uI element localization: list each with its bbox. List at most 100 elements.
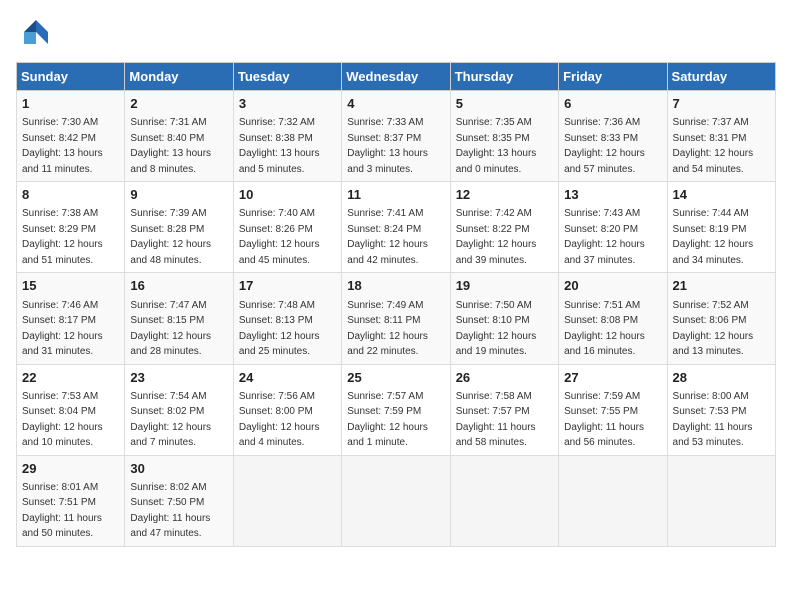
calendar-week-3: 15 Sunrise: 7:46 AMSunset: 8:17 PMDaylig… bbox=[17, 273, 776, 364]
calendar-cell: 14 Sunrise: 7:44 AMSunset: 8:19 PMDaylig… bbox=[667, 182, 775, 273]
calendar-cell: 13 Sunrise: 7:43 AMSunset: 8:20 PMDaylig… bbox=[559, 182, 667, 273]
day-info: Sunrise: 7:49 AMSunset: 8:11 PMDaylight:… bbox=[347, 300, 428, 358]
day-number: 30 bbox=[130, 460, 227, 478]
day-number: 2 bbox=[130, 95, 227, 113]
calendar-week-4: 22 Sunrise: 7:53 AMSunset: 8:04 PMDaylig… bbox=[17, 364, 776, 455]
day-number: 26 bbox=[456, 369, 553, 387]
calendar-cell: 24 Sunrise: 7:56 AMSunset: 8:00 PMDaylig… bbox=[233, 364, 341, 455]
calendar-week-1: 1 Sunrise: 7:30 AMSunset: 8:42 PMDayligh… bbox=[17, 91, 776, 182]
day-info: Sunrise: 7:43 AMSunset: 8:20 PMDaylight:… bbox=[564, 208, 645, 266]
calendar-cell: 3 Sunrise: 7:32 AMSunset: 8:38 PMDayligh… bbox=[233, 91, 341, 182]
calendar-cell: 1 Sunrise: 7:30 AMSunset: 8:42 PMDayligh… bbox=[17, 91, 125, 182]
day-info: Sunrise: 7:36 AMSunset: 8:33 PMDaylight:… bbox=[564, 117, 645, 175]
calendar-cell bbox=[667, 455, 775, 546]
page-header bbox=[16, 16, 776, 52]
calendar-cell: 4 Sunrise: 7:33 AMSunset: 8:37 PMDayligh… bbox=[342, 91, 450, 182]
calendar-cell: 11 Sunrise: 7:41 AMSunset: 8:24 PMDaylig… bbox=[342, 182, 450, 273]
calendar-cell bbox=[342, 455, 450, 546]
calendar-cell: 8 Sunrise: 7:38 AMSunset: 8:29 PMDayligh… bbox=[17, 182, 125, 273]
day-info: Sunrise: 7:35 AMSunset: 8:35 PMDaylight:… bbox=[456, 117, 537, 175]
calendar-cell: 5 Sunrise: 7:35 AMSunset: 8:35 PMDayligh… bbox=[450, 91, 558, 182]
day-number: 18 bbox=[347, 277, 444, 295]
day-number: 3 bbox=[239, 95, 336, 113]
day-number: 25 bbox=[347, 369, 444, 387]
col-header-wednesday: Wednesday bbox=[342, 63, 450, 91]
day-number: 24 bbox=[239, 369, 336, 387]
day-number: 15 bbox=[22, 277, 119, 295]
calendar-week-5: 29 Sunrise: 8:01 AMSunset: 7:51 PMDaylig… bbox=[17, 455, 776, 546]
calendar-cell: 27 Sunrise: 7:59 AMSunset: 7:55 PMDaylig… bbox=[559, 364, 667, 455]
calendar-cell: 10 Sunrise: 7:40 AMSunset: 8:26 PMDaylig… bbox=[233, 182, 341, 273]
day-info: Sunrise: 7:57 AMSunset: 7:59 PMDaylight:… bbox=[347, 391, 428, 449]
calendar-cell: 15 Sunrise: 7:46 AMSunset: 8:17 PMDaylig… bbox=[17, 273, 125, 364]
calendar-cell: 18 Sunrise: 7:49 AMSunset: 8:11 PMDaylig… bbox=[342, 273, 450, 364]
day-info: Sunrise: 7:39 AMSunset: 8:28 PMDaylight:… bbox=[130, 208, 211, 266]
col-header-tuesday: Tuesday bbox=[233, 63, 341, 91]
logo bbox=[16, 16, 56, 52]
calendar-cell: 17 Sunrise: 7:48 AMSunset: 8:13 PMDaylig… bbox=[233, 273, 341, 364]
calendar-cell: 6 Sunrise: 7:36 AMSunset: 8:33 PMDayligh… bbox=[559, 91, 667, 182]
day-number: 8 bbox=[22, 186, 119, 204]
day-info: Sunrise: 7:58 AMSunset: 7:57 PMDaylight:… bbox=[456, 391, 536, 449]
calendar-cell bbox=[559, 455, 667, 546]
day-number: 12 bbox=[456, 186, 553, 204]
day-number: 7 bbox=[673, 95, 770, 113]
day-info: Sunrise: 7:46 AMSunset: 8:17 PMDaylight:… bbox=[22, 300, 103, 358]
day-number: 22 bbox=[22, 369, 119, 387]
day-number: 21 bbox=[673, 277, 770, 295]
day-info: Sunrise: 7:53 AMSunset: 8:04 PMDaylight:… bbox=[22, 391, 103, 449]
day-number: 14 bbox=[673, 186, 770, 204]
day-info: Sunrise: 7:50 AMSunset: 8:10 PMDaylight:… bbox=[456, 300, 537, 358]
calendar-cell: 9 Sunrise: 7:39 AMSunset: 8:28 PMDayligh… bbox=[125, 182, 233, 273]
calendar-table: SundayMondayTuesdayWednesdayThursdayFrid… bbox=[16, 62, 776, 547]
calendar-cell: 25 Sunrise: 7:57 AMSunset: 7:59 PMDaylig… bbox=[342, 364, 450, 455]
day-info: Sunrise: 7:54 AMSunset: 8:02 PMDaylight:… bbox=[130, 391, 211, 449]
day-number: 1 bbox=[22, 95, 119, 113]
logo-icon bbox=[16, 16, 52, 52]
day-number: 11 bbox=[347, 186, 444, 204]
day-info: Sunrise: 8:02 AMSunset: 7:50 PMDaylight:… bbox=[130, 482, 210, 540]
day-number: 28 bbox=[673, 369, 770, 387]
day-number: 29 bbox=[22, 460, 119, 478]
day-number: 9 bbox=[130, 186, 227, 204]
calendar-cell: 23 Sunrise: 7:54 AMSunset: 8:02 PMDaylig… bbox=[125, 364, 233, 455]
day-info: Sunrise: 7:33 AMSunset: 8:37 PMDaylight:… bbox=[347, 117, 428, 175]
calendar-cell bbox=[450, 455, 558, 546]
calendar-cell: 30 Sunrise: 8:02 AMSunset: 7:50 PMDaylig… bbox=[125, 455, 233, 546]
day-number: 10 bbox=[239, 186, 336, 204]
day-info: Sunrise: 7:52 AMSunset: 8:06 PMDaylight:… bbox=[673, 300, 754, 358]
day-info: Sunrise: 7:56 AMSunset: 8:00 PMDaylight:… bbox=[239, 391, 320, 449]
day-number: 6 bbox=[564, 95, 661, 113]
calendar-cell: 28 Sunrise: 8:00 AMSunset: 7:53 PMDaylig… bbox=[667, 364, 775, 455]
calendar-cell bbox=[233, 455, 341, 546]
day-info: Sunrise: 7:47 AMSunset: 8:15 PMDaylight:… bbox=[130, 300, 211, 358]
col-header-monday: Monday bbox=[125, 63, 233, 91]
day-info: Sunrise: 8:01 AMSunset: 7:51 PMDaylight:… bbox=[22, 482, 102, 540]
calendar-cell: 29 Sunrise: 8:01 AMSunset: 7:51 PMDaylig… bbox=[17, 455, 125, 546]
col-header-sunday: Sunday bbox=[17, 63, 125, 91]
day-info: Sunrise: 7:37 AMSunset: 8:31 PMDaylight:… bbox=[673, 117, 754, 175]
calendar-cell: 7 Sunrise: 7:37 AMSunset: 8:31 PMDayligh… bbox=[667, 91, 775, 182]
calendar-cell: 20 Sunrise: 7:51 AMSunset: 8:08 PMDaylig… bbox=[559, 273, 667, 364]
calendar-cell: 19 Sunrise: 7:50 AMSunset: 8:10 PMDaylig… bbox=[450, 273, 558, 364]
day-number: 13 bbox=[564, 186, 661, 204]
day-number: 4 bbox=[347, 95, 444, 113]
day-info: Sunrise: 7:40 AMSunset: 8:26 PMDaylight:… bbox=[239, 208, 320, 266]
day-number: 5 bbox=[456, 95, 553, 113]
col-header-friday: Friday bbox=[559, 63, 667, 91]
day-number: 19 bbox=[456, 277, 553, 295]
calendar-cell: 16 Sunrise: 7:47 AMSunset: 8:15 PMDaylig… bbox=[125, 273, 233, 364]
day-info: Sunrise: 7:32 AMSunset: 8:38 PMDaylight:… bbox=[239, 117, 320, 175]
day-info: Sunrise: 7:30 AMSunset: 8:42 PMDaylight:… bbox=[22, 117, 103, 175]
day-info: Sunrise: 7:38 AMSunset: 8:29 PMDaylight:… bbox=[22, 208, 103, 266]
day-number: 23 bbox=[130, 369, 227, 387]
calendar-cell: 12 Sunrise: 7:42 AMSunset: 8:22 PMDaylig… bbox=[450, 182, 558, 273]
calendar-cell: 21 Sunrise: 7:52 AMSunset: 8:06 PMDaylig… bbox=[667, 273, 775, 364]
calendar-header-row: SundayMondayTuesdayWednesdayThursdayFrid… bbox=[17, 63, 776, 91]
day-number: 16 bbox=[130, 277, 227, 295]
col-header-saturday: Saturday bbox=[667, 63, 775, 91]
day-info: Sunrise: 7:48 AMSunset: 8:13 PMDaylight:… bbox=[239, 300, 320, 358]
day-info: Sunrise: 7:41 AMSunset: 8:24 PMDaylight:… bbox=[347, 208, 428, 266]
calendar-cell: 22 Sunrise: 7:53 AMSunset: 8:04 PMDaylig… bbox=[17, 364, 125, 455]
day-info: Sunrise: 7:51 AMSunset: 8:08 PMDaylight:… bbox=[564, 300, 645, 358]
